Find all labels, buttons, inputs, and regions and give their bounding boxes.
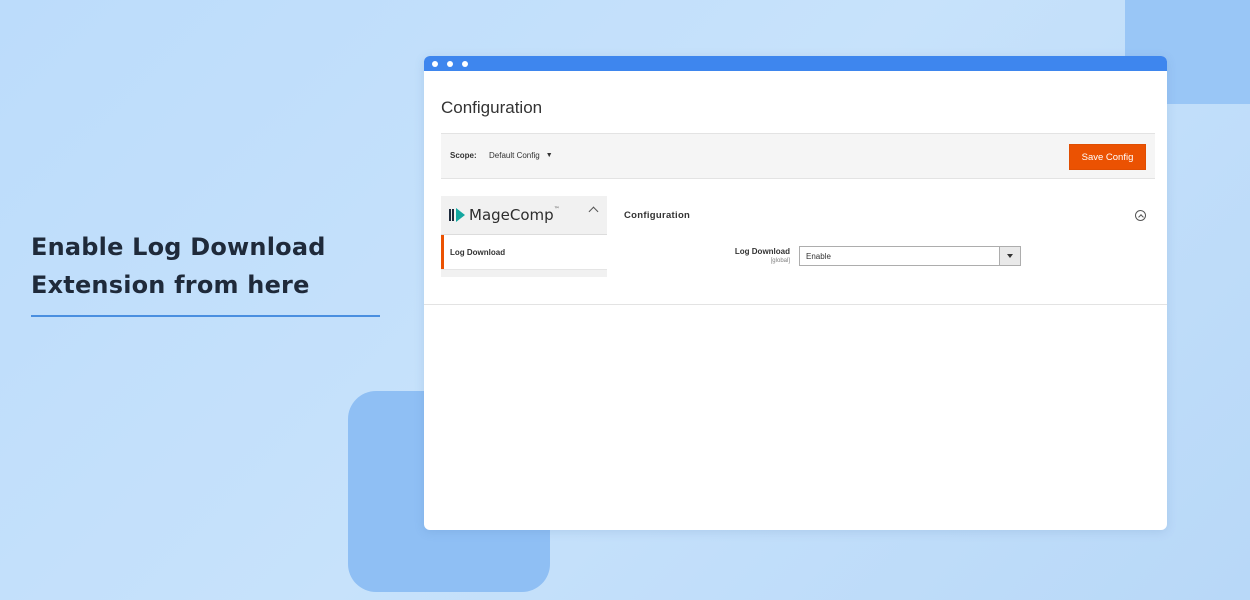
headline-underline: [31, 315, 380, 317]
headline: Enable Log Download Extension from here: [31, 228, 391, 304]
browser-window: Configuration Scope: Default Config ▼ Sa…: [424, 56, 1167, 530]
chevron-up-icon: [588, 206, 599, 217]
window-dot-3: [462, 60, 468, 67]
caret-down-icon: ▼: [545, 152, 553, 159]
log-download-scope: [global]: [770, 258, 790, 264]
sidebar-item-log-download[interactable]: Log Download: [441, 235, 607, 269]
log-download-value: Enable: [806, 252, 831, 261]
chevron-down-icon: [1007, 254, 1013, 258]
select-arrow-box: [999, 247, 1020, 265]
window-dot-2: [447, 60, 453, 67]
window-dot-1: [432, 60, 438, 67]
magecomp-logo: MageComp™: [449, 206, 560, 224]
sidebar-footer: [441, 269, 607, 277]
headline-line-2: Extension from here: [31, 271, 310, 299]
magecomp-logo-icon: [449, 207, 465, 223]
magecomp-logo-text: MageComp™: [469, 206, 560, 224]
window-titlebar: [424, 56, 1167, 71]
scope-value: Default Config: [489, 151, 540, 160]
log-download-label: Log Download: [734, 247, 790, 256]
sidebar-group-magecomp[interactable]: MageComp™: [441, 196, 607, 235]
save-config-button[interactable]: Save Config: [1069, 144, 1146, 170]
page-title: Configuration: [441, 98, 543, 117]
scope-bar: Scope: Default Config ▼ Save Config: [441, 133, 1155, 179]
config-sidebar: MageComp™ Log Download: [441, 196, 607, 277]
content-divider: [424, 304, 1167, 305]
headline-line-1: Enable Log Download: [31, 233, 326, 261]
log-download-select[interactable]: Enable: [799, 246, 1021, 266]
sidebar-item-label: Log Download: [450, 247, 506, 257]
scope-label: Scope:: [450, 151, 477, 160]
collapse-circle-icon[interactable]: [1135, 210, 1146, 221]
section-title[interactable]: Configuration: [624, 210, 690, 221]
scope-switcher[interactable]: Default Config ▼: [489, 151, 553, 160]
